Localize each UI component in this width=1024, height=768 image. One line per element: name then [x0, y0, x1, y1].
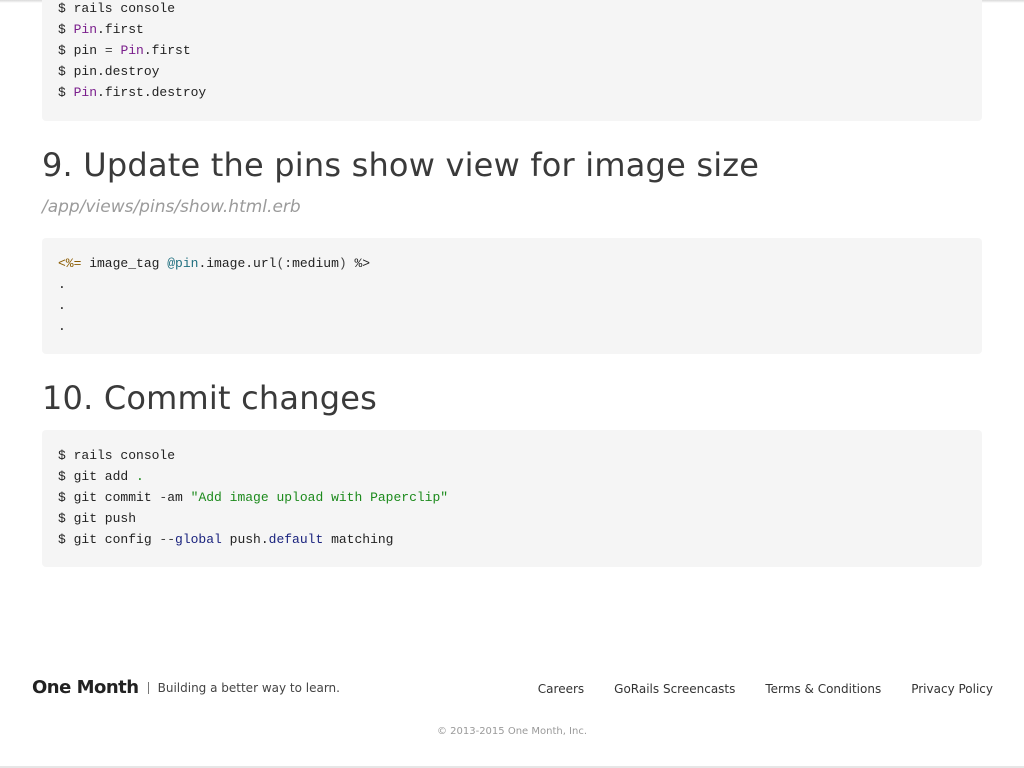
code-token: .	[136, 469, 144, 484]
code-token: .first	[143, 43, 191, 58]
code-token: image_tag	[81, 256, 168, 271]
code-token: global	[175, 532, 222, 547]
code-line: $ git commit -am "Add image upload with …	[58, 487, 966, 508]
code-token: :medium	[284, 256, 339, 271]
code-block-rails-console: $ rails console $ Pin.first $ pin = Pin.fi…	[42, 0, 982, 121]
code-line: $ rails console	[58, 0, 966, 19]
code-token: Pin	[73, 22, 98, 37]
terms-conditions-link[interactable]: Terms & Conditions	[765, 682, 881, 696]
careers-link[interactable]: Careers	[538, 682, 584, 696]
code-token: .first.destroy	[97, 85, 207, 100]
code-token: $ git commit	[58, 490, 160, 505]
code-line: $ rails console	[58, 445, 966, 466]
code-token: $ rails console	[58, 448, 176, 463]
code-token: Pin	[73, 85, 98, 100]
code-line: $ Pin.first.destroy	[58, 82, 966, 103]
code-line: $ pin = Pin.first	[58, 40, 966, 61]
code-token: $ rails console	[58, 1, 176, 16]
code-token: .	[58, 298, 66, 313]
code-token: =	[104, 43, 113, 58]
footer-nav: Careers GoRails Screencasts Terms & Cond…	[508, 682, 993, 696]
section-10-heading: 10. Commit changes	[42, 379, 377, 417]
footer-brand: One Month Building a better way to learn…	[32, 677, 340, 698]
code-block-show-view: <%= image_tag @pin.image.url(:medium) %>…	[42, 238, 982, 354]
code-token: Pin	[120, 43, 144, 58]
section-9-heading: 9. Update the pins show view for image s…	[42, 146, 760, 184]
code-token: $ pin	[58, 43, 105, 58]
gorails-screencasts-link[interactable]: GoRails Screencasts	[614, 682, 735, 696]
code-line: $ git config --global push.default match…	[58, 529, 966, 550]
code-token: .	[58, 277, 66, 292]
code-token: am	[167, 490, 191, 505]
code-token: .image.url	[198, 256, 277, 271]
copyright: © 2013-2015 One Month, Inc.	[436, 726, 588, 737]
code-line: .	[58, 316, 966, 337]
code-token: $	[58, 85, 74, 100]
code-token: @pin	[167, 256, 199, 271]
code-token: .	[58, 319, 66, 334]
privacy-policy-link[interactable]: Privacy Policy	[911, 682, 993, 696]
code-token: %>	[346, 256, 371, 271]
code-line: $ git add .	[58, 466, 966, 487]
code-token: $ git push	[58, 511, 137, 526]
code-line: .	[58, 295, 966, 316]
code-token: $	[58, 22, 74, 37]
code-block-git-commit: $ rails console $ git add . $ git commit -…	[42, 430, 982, 567]
code-token: --	[159, 532, 176, 547]
code-token: $ git add	[58, 469, 137, 484]
code-token: $ pin.destroy	[58, 64, 160, 79]
code-token: default	[268, 532, 324, 547]
code-token: )	[338, 256, 347, 271]
code-token: "Add image upload with Paperclip"	[190, 490, 449, 505]
code-line: .	[58, 274, 966, 295]
divider	[147, 681, 149, 694]
code-token: matching	[323, 532, 394, 547]
code-line: $ git push	[58, 508, 966, 529]
code-token: .first	[97, 22, 144, 37]
code-line: $ Pin.first	[58, 19, 966, 40]
one-month-logo[interactable]: One Month	[32, 677, 139, 698]
code-line: <%= image_tag @pin.image.url(:medium) %>	[58, 253, 966, 274]
code-token: <%=	[58, 256, 82, 271]
code-token: $ git config	[58, 532, 160, 547]
tagline: Building a better way to learn.	[157, 680, 340, 695]
code-line: $ pin.destroy	[58, 61, 966, 82]
file-path: /app/views/pins/show.html.erb	[42, 197, 301, 217]
code-token: push.	[221, 532, 269, 547]
